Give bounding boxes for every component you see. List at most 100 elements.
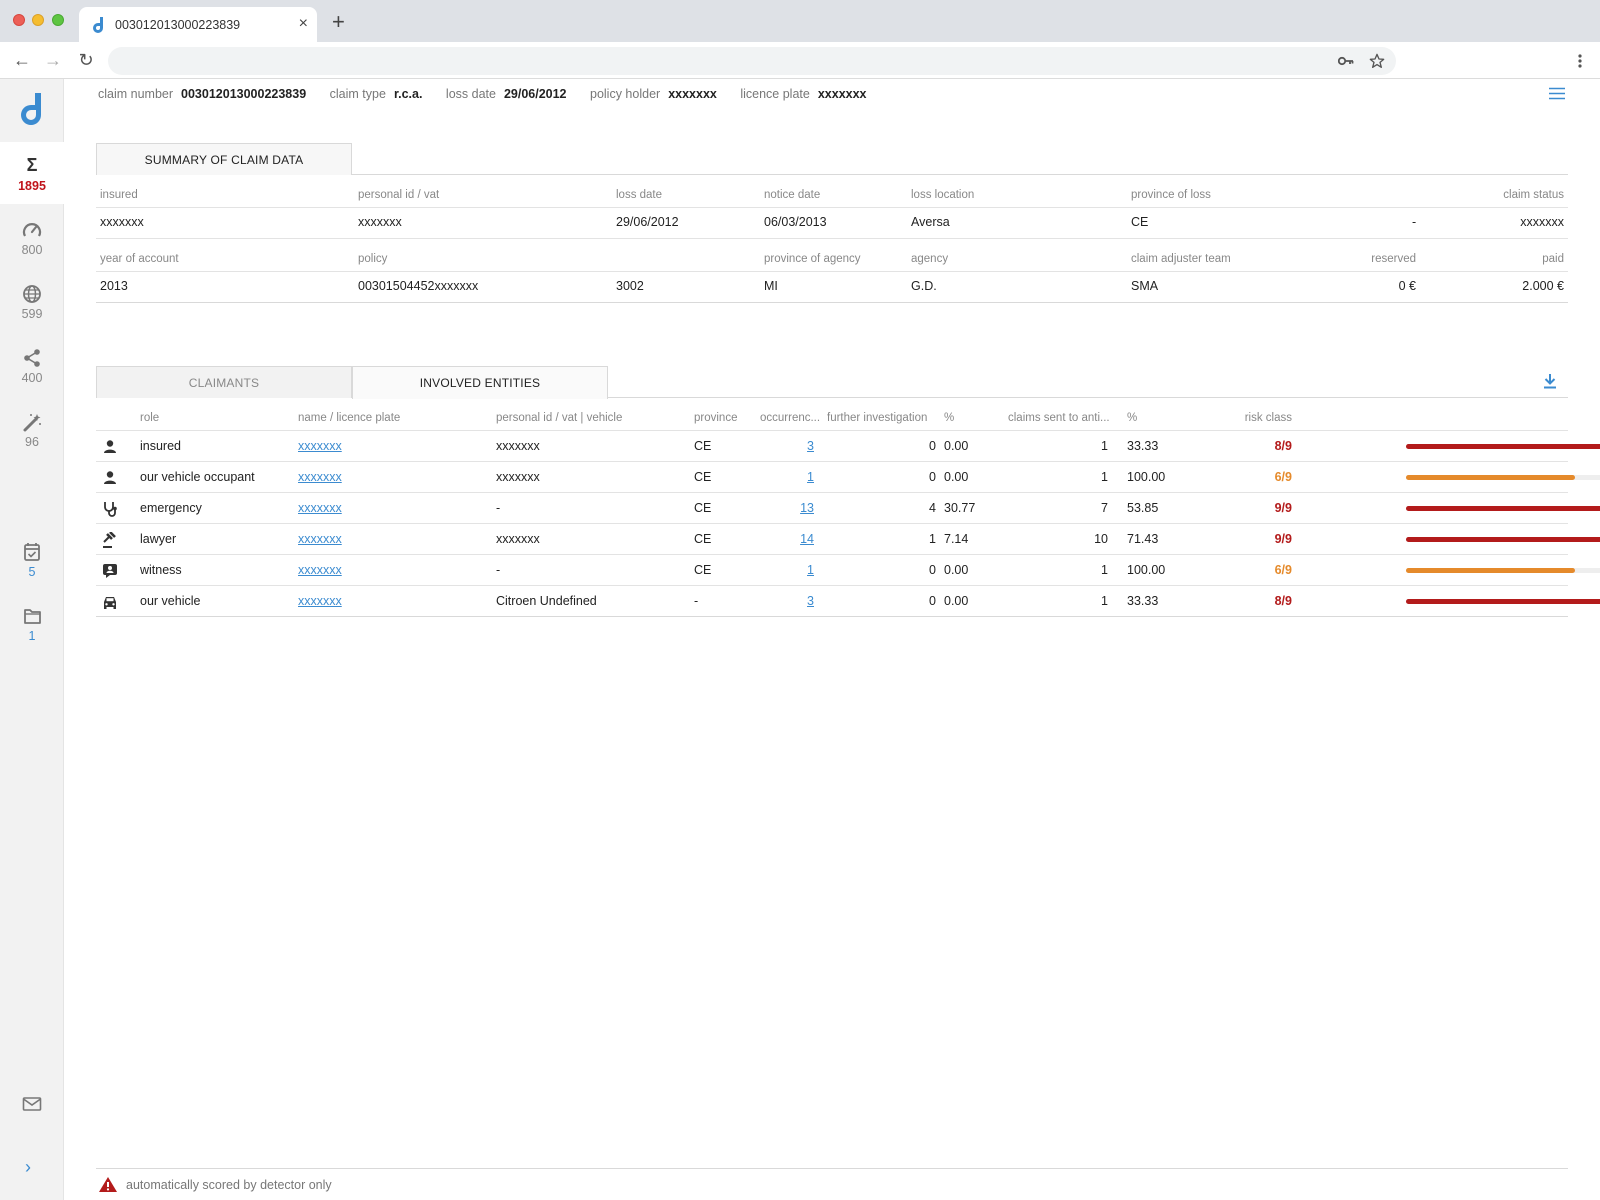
policy-label: policy [358, 253, 388, 265]
entity-personal-id: xxxxxxx [496, 439, 540, 453]
magic-wand-icon [23, 414, 41, 432]
address-bar[interactable] [108, 47, 1396, 75]
divider [96, 302, 1568, 303]
col-further-pct[interactable]: % [944, 412, 954, 424]
entity-occurrences-link[interactable]: 14 [800, 532, 814, 546]
entity-further-investigation: 0 [929, 470, 936, 484]
col-personal-id[interactable]: personal id / vat | vehicle [496, 412, 622, 424]
sidebar-count: 96 [25, 435, 39, 449]
sidebar-item-score[interactable]: 800 [0, 219, 64, 257]
tab-close-icon[interactable]: × [299, 15, 308, 33]
entity-name-link[interactable]: xxxxxxx [298, 563, 342, 577]
entity-name-link[interactable]: xxxxxxx [298, 501, 342, 515]
star-icon[interactable] [1369, 53, 1385, 69]
agency-code-value: 3002 [616, 279, 644, 293]
entity-sent-pct: 33.33 [1127, 594, 1159, 608]
person-icon [104, 440, 116, 453]
sidebar-item-network[interactable]: 400 [0, 347, 64, 385]
entity-name-link[interactable]: xxxxxxx [298, 594, 342, 608]
window-close-button[interactable] [13, 14, 25, 26]
entity-further-investigation: 0 [929, 439, 936, 453]
sidebar-item-documents[interactable]: 1 [0, 605, 64, 643]
entity-occurrences-link[interactable]: 3 [807, 439, 814, 453]
risk-bar-fill [1406, 506, 1600, 511]
notice-date-value: 06/03/2013 [764, 215, 827, 229]
entity-further-investigation: 0 [929, 563, 936, 577]
table-row[interactable]: insured xxxxxxx xxxxxxx CE 3 0 0.00 1 33.33 8/9 [96, 431, 1600, 462]
sidebar-item-geo[interactable]: 599 [0, 283, 64, 321]
col-claims-sent[interactable]: claims sent to anti... [1008, 412, 1110, 424]
col-further-investigation[interactable]: further investigation [827, 412, 927, 424]
table-row[interactable]: lawyer xxxxxxx xxxxxxx CE 14 1 7.14 10 71.43 9/9 [96, 524, 1600, 555]
stethoscope-icon [104, 502, 117, 517]
entity-name-link[interactable]: xxxxxxx [298, 532, 342, 546]
tab-claimants[interactable]: CLAIMANTS [96, 366, 352, 398]
entity-role: witness [140, 563, 182, 577]
person-icon [104, 471, 116, 484]
tab-title: 003012013000223839 [115, 18, 241, 32]
entity-claims-sent: 1 [1101, 470, 1108, 484]
download-icon[interactable] [1543, 373, 1557, 389]
col-risk-class[interactable]: risk class [1245, 412, 1292, 424]
adjuster-team-value: SMA [1131, 279, 1159, 293]
reserved-label: reserved [1371, 253, 1416, 265]
entity-occurrences-link[interactable]: 3 [807, 594, 814, 608]
tab-summary[interactable]: SUMMARY OF CLAIM DATA [96, 143, 352, 175]
mail-icon[interactable] [22, 1096, 42, 1112]
licence-plate-value: xxxxxxx [817, 87, 867, 101]
col-sent-pct[interactable]: % [1127, 412, 1137, 424]
col-province[interactable]: province [694, 412, 737, 424]
summary-tab-bar: SUMMARY OF CLAIM DATA [96, 143, 1568, 175]
sidebar-item-rules[interactable]: 96 [0, 411, 64, 449]
col-occurrences[interactable]: occurrenc... [760, 412, 820, 424]
browser-tab[interactable]: 003012013000223839 × [79, 7, 317, 42]
car-icon [104, 597, 116, 609]
table-row[interactable]: emergency xxxxxxx - CE 13 4 30.77 7 53.85 9/9 [96, 493, 1600, 524]
entity-name-link[interactable]: xxxxxxx [298, 439, 342, 453]
risk-bar-fill [1406, 475, 1576, 480]
tab-involved-entities[interactable]: INVOLVED ENTITIES [352, 366, 608, 399]
sidebar-count: 1 [28, 629, 36, 643]
footer: automatically scored by detector only [96, 1168, 1568, 1192]
entity-occurrences-link[interactable]: 1 [807, 563, 814, 577]
entity-sent-pct: 100.00 [1127, 470, 1166, 484]
entity-further-pct: 30.77 [944, 501, 976, 515]
window-minimize-button[interactable] [32, 14, 44, 26]
new-tab-icon[interactable]: + [332, 9, 345, 35]
entity-sent-pct: 33.33 [1127, 439, 1159, 453]
table-row[interactable]: witness xxxxxxx - CE 1 0 0.00 1 100.00 6/9 [96, 555, 1600, 586]
sidebar-count: 1895 [18, 179, 46, 193]
col-name[interactable]: name / licence plate [298, 412, 400, 424]
entity-occurrences-link[interactable]: 13 [800, 501, 814, 515]
sidebar-item-events[interactable]: 5 [0, 541, 64, 579]
app-logo-icon[interactable] [19, 93, 45, 127]
risk-bar [1406, 444, 1600, 449]
entity-further-investigation: 4 [929, 501, 936, 515]
window-maximize-button[interactable] [52, 14, 64, 26]
risk-bar-fill [1406, 568, 1576, 573]
chevron-right-icon[interactable]: › [25, 1157, 31, 1178]
entity-name-link[interactable]: xxxxxxx [298, 470, 342, 484]
paid-value: 2.000 € [1522, 279, 1564, 293]
insured-label: insured [100, 189, 138, 201]
menu-icon[interactable] [1549, 87, 1565, 100]
entity-risk-class: 8/9 [1274, 439, 1292, 453]
kebab-icon[interactable] [1578, 54, 1582, 68]
entity-personal-id: - [496, 563, 501, 577]
reload-icon[interactable]: ↻ [74, 49, 98, 73]
table-row[interactable]: our vehicle xxxxxxx Citroen Undefined - 3 0 0.… [96, 586, 1600, 617]
entity-occurrences-link[interactable]: 1 [807, 470, 814, 484]
entity-further-pct: 0.00 [944, 594, 969, 608]
sidebar-item-total[interactable]: Σ 1895 [0, 142, 64, 204]
back-icon[interactable]: ← [10, 49, 34, 73]
table-row[interactable]: our vehicle occupant xxxxxxx xxxxxxx CE 1 0 0.… [96, 462, 1600, 493]
forward-icon[interactable]: → [41, 49, 65, 73]
risk-bar [1406, 537, 1600, 542]
gavel-icon [103, 532, 116, 548]
key-icon[interactable] [1338, 55, 1354, 67]
personal-id-value: xxxxxxx [358, 215, 402, 229]
col-role[interactable]: role [140, 412, 159, 424]
adjuster-team-label: claim adjuster team [1131, 253, 1231, 265]
entity-province: CE [694, 501, 712, 515]
policy-value: 00301504452xxxxxxx [358, 279, 479, 293]
